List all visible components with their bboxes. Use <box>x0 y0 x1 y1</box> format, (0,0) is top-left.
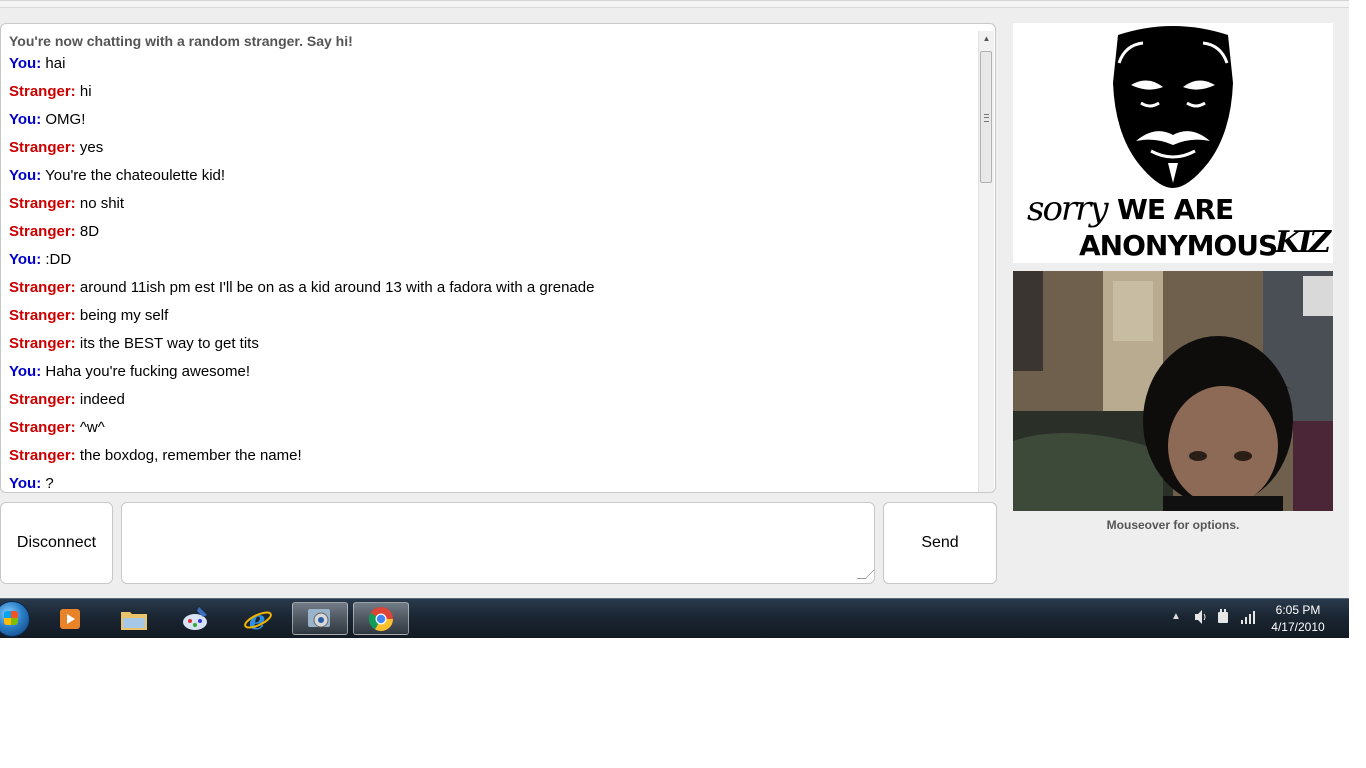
chat-message: Stranger: hi <box>9 83 975 111</box>
chat-message: You: You're the chateoulette kid! <box>9 167 975 195</box>
paint-icon[interactable] <box>168 602 224 635</box>
sender-stranger-label: Stranger: <box>9 419 76 436</box>
chat-message: Stranger: 8D <box>9 223 975 251</box>
scroll-thumb[interactable] <box>980 51 992 183</box>
status-message: You're now chatting with a random strang… <box>9 33 353 49</box>
media-player-icon[interactable] <box>42 602 98 635</box>
top-border <box>0 1 1349 8</box>
chat-log-content: You're now chatting with a random strang… <box>9 32 975 492</box>
self-video[interactable] <box>1013 271 1333 511</box>
message-text: You're the chateoulette kid! <box>45 167 226 184</box>
sender-stranger-label: Stranger: <box>9 83 76 100</box>
message-text: :DD <box>45 251 72 268</box>
message-text: yes <box>79 139 104 156</box>
mouseover-hint: Mouseover for options. <box>1106 518 1240 532</box>
message-text: hai <box>45 55 66 72</box>
sender-stranger-label: Stranger: <box>9 335 76 352</box>
message-text: the boxdog, remember the name! <box>79 447 302 464</box>
message-text: 8D <box>79 223 100 240</box>
sender-stranger-label: Stranger: <box>9 139 76 156</box>
message-input-box[interactable] <box>121 502 875 584</box>
clock-time: 6:05 PM <box>1275 603 1321 617</box>
chat-message: You: :DD <box>9 251 975 279</box>
windows-start-icon[interactable] <box>0 601 30 637</box>
sender-stranger-label: Stranger: <box>9 195 76 212</box>
sender-you-label: You: <box>9 475 42 492</box>
handwritten-kiz: KIZ <box>1275 225 1331 260</box>
volume-icon[interactable] <box>1194 609 1208 630</box>
handwritten-sorry: sorry <box>1027 189 1109 229</box>
sender-you-label: You: <box>9 251 42 268</box>
sender-you-label: You: <box>9 55 42 72</box>
chat-message: Stranger: yes <box>9 139 975 167</box>
webcam-image <box>1013 271 1333 511</box>
grip-icon <box>984 114 989 122</box>
sender-you-label: You: <box>9 111 42 128</box>
chat-message: Stranger: its the BEST way to get tits <box>9 335 975 363</box>
system-clock[interactable]: 6:05 PM 4/17/2010 <box>1262 602 1334 636</box>
scroll-up-arrow-icon[interactable]: ▲ <box>979 31 994 47</box>
chat-message: You: OMG! <box>9 111 975 139</box>
chat-message: Stranger: the boxdog, remember the name! <box>9 447 975 475</box>
omegle-app: You're now chatting with a random strang… <box>0 0 1349 599</box>
network-signal-icon[interactable] <box>1240 609 1256 630</box>
message-text: ^w^ <box>79 419 105 436</box>
send-button[interactable]: Send <box>883 502 997 584</box>
message-text: around 11ish pm est I'll be on as a kid … <box>79 279 595 296</box>
chat-scrollbar[interactable]: ▲ ▼ <box>978 31 994 492</box>
clock-date: 4/17/2010 <box>1271 620 1325 634</box>
sender-you-label: You: <box>9 363 42 380</box>
chrome-icon[interactable] <box>353 602 409 635</box>
message-text: indeed <box>79 391 125 408</box>
message-text: being my self <box>79 307 169 324</box>
sender-stranger-label: Stranger: <box>9 223 76 240</box>
taskbar-app-icon[interactable] <box>292 602 348 635</box>
chat-message: Stranger: no shit <box>9 195 975 223</box>
message-text: OMG! <box>45 111 86 128</box>
disconnect-button[interactable]: Disconnect <box>0 502 113 584</box>
chat-message: Stranger: indeed <box>9 391 975 419</box>
chat-message: Stranger: ^w^ <box>9 419 975 447</box>
sender-stranger-label: Stranger: <box>9 279 76 296</box>
message-text: its the BEST way to get tits <box>79 335 259 352</box>
chat-message: You: Haha you're fucking awesome! <box>9 363 975 391</box>
internet-explorer-icon[interactable]: e <box>230 602 286 635</box>
chat-log[interactable]: You're now chatting with a random strang… <box>0 23 996 493</box>
chat-message: You: ? <box>9 475 975 492</box>
svg-text:e: e <box>249 606 266 633</box>
taskbar: e ▲ 6:05 PM 4/17/2010 <box>0 598 1349 638</box>
explorer-folder-icon[interactable] <box>106 602 162 635</box>
show-hidden-icons-icon[interactable]: ▲ <box>1171 611 1181 622</box>
caption-we-are: WE ARE <box>1117 193 1234 226</box>
power-icon[interactable] <box>1216 609 1230 630</box>
chat-message: Stranger: around 11ish pm est I'll be on… <box>9 279 975 307</box>
message-input[interactable] <box>122 503 874 583</box>
chat-message: Stranger: being my self <box>9 307 975 335</box>
message-text: no shit <box>79 195 125 212</box>
sender-you-label: You: <box>9 167 42 184</box>
sender-stranger-label: Stranger: <box>9 307 76 324</box>
message-text: hi <box>79 83 92 100</box>
sender-stranger-label: Stranger: <box>9 447 76 464</box>
sender-stranger-label: Stranger: <box>9 391 76 408</box>
stranger-video[interactable]: sorry WE ARE ANONYMOUS KIZ <box>1013 23 1333 263</box>
caption-anonymous: ANONYMOUS <box>1079 229 1278 262</box>
chat-message: You: hai <box>9 55 975 83</box>
message-text: Haha you're fucking awesome! <box>45 363 251 380</box>
message-text: ? <box>45 475 54 492</box>
